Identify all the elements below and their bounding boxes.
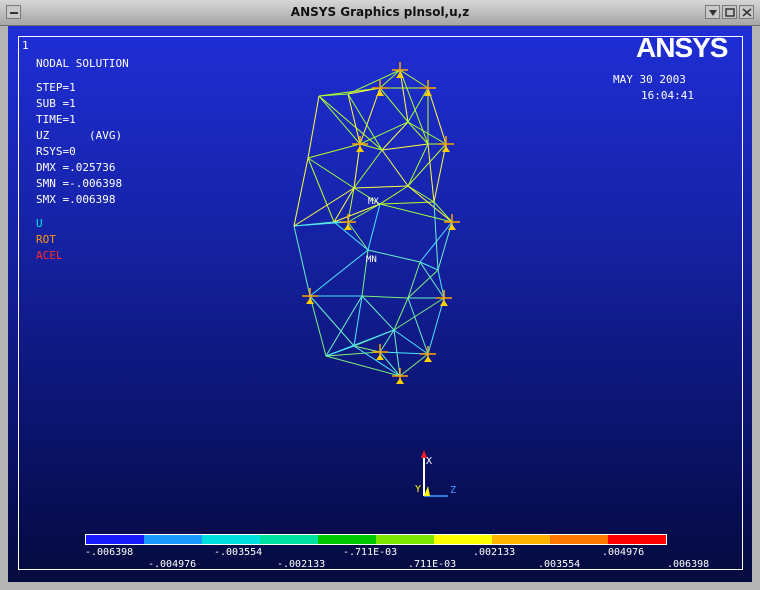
- triad-y-label: Y: [415, 484, 422, 495]
- legend-swatch: [86, 535, 144, 544]
- contour-legend-bar: [85, 534, 667, 545]
- legend-swatch: [144, 535, 202, 544]
- legend-label-bottom: .003554: [538, 559, 581, 570]
- legend-swatch: [608, 535, 666, 544]
- legend-label-top: -.006398: [85, 547, 134, 558]
- legend-label-bottom: -.004976: [148, 559, 197, 570]
- legend-label-bottom: .711E-03: [408, 559, 457, 570]
- legend-swatch: [492, 535, 550, 544]
- close-icon: [742, 8, 752, 17]
- close-button[interactable]: [739, 5, 754, 19]
- legend-label-top: .004976: [602, 547, 645, 558]
- window-title: ANSYS Graphics plnsol,u,z: [290, 5, 470, 19]
- maximize-icon: [725, 8, 735, 17]
- legend-swatch: [318, 535, 376, 544]
- maximize-button[interactable]: [722, 5, 737, 19]
- legend-label-bottom: .006398: [667, 559, 710, 570]
- graphics-viewport[interactable]: 1 NODAL SOLUTION STEP=1 SUB =1 TIME=1 UZ…: [8, 26, 752, 582]
- triad-z-label: Z: [450, 485, 457, 496]
- legend-swatch: [260, 535, 318, 544]
- legend-swatch: [434, 535, 492, 544]
- triad-x-label: X: [426, 456, 433, 467]
- legend-swatch: [550, 535, 608, 544]
- legend-label-top: -.711E-03: [343, 547, 398, 558]
- triad-icon: [421, 450, 448, 497]
- window-titlebar[interactable]: ANSYS Graphics plnsol,u,z: [0, 0, 760, 26]
- chevron-down-icon: [709, 10, 717, 16]
- legend-label-top: .002133: [473, 547, 516, 558]
- minimize-button[interactable]: [705, 5, 720, 19]
- legend-swatch: [202, 535, 260, 544]
- legend-label-bottom: -.002133: [277, 559, 326, 570]
- legend-swatch: [376, 535, 434, 544]
- legend-label-top: -.003554: [214, 547, 263, 558]
